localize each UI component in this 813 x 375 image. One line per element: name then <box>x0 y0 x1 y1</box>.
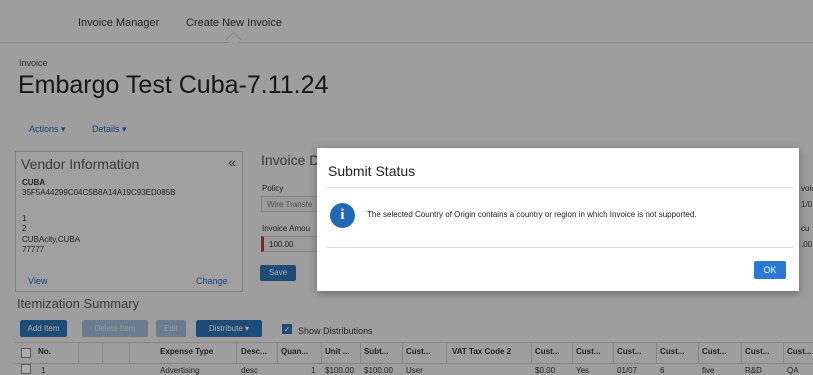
dialog-divider-top <box>327 187 793 188</box>
info-icon: i <box>330 203 355 228</box>
dialog-divider-bottom <box>327 247 793 248</box>
dialog-message: The selected Country of Origin contains … <box>367 210 697 219</box>
submit-status-dialog: Submit Status i The selected Country of … <box>317 148 799 291</box>
info-icon-glyph: i <box>340 207 345 223</box>
dialog-title: Submit Status <box>328 163 416 179</box>
ok-button[interactable]: OK <box>754 261 786 279</box>
